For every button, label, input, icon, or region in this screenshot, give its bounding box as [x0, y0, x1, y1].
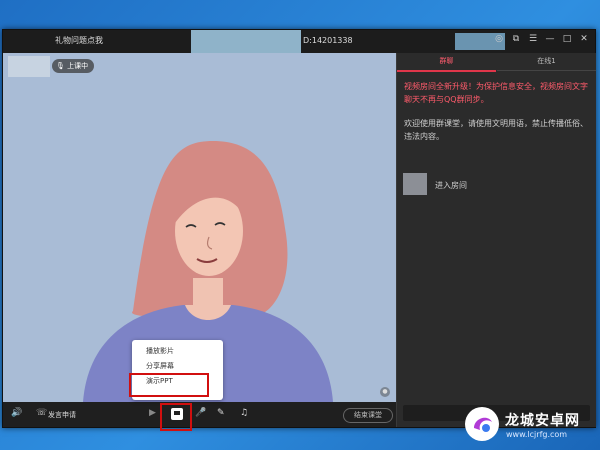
menu-item-play-video[interactable]: 播放影片 [132, 344, 223, 359]
music-icon[interactable]: ♫ [240, 408, 248, 418]
system-notice: 视频房间全新升级！为保护信息安全，视频房间文字聊天不再与QQ群同步。 [404, 82, 588, 104]
tab-online[interactable]: 在线1 [497, 53, 596, 71]
menu-item-share-screen[interactable]: 分享屏幕 [132, 359, 223, 374]
blurred-region [191, 30, 301, 53]
title-bar: 礼物问题点我 D:14201338 ◎ ⧉ ☰ — □ ✕ [3, 30, 595, 53]
watermark-url: www.lcjrfg.com [506, 430, 568, 439]
highlight-box-share-button [160, 403, 192, 431]
maximize-icon[interactable]: □ [562, 34, 572, 44]
end-class-button[interactable]: 结束课堂 [343, 408, 393, 423]
user-avatar [403, 173, 427, 195]
edit-icon[interactable]: ✎ [217, 408, 225, 418]
window-title: 礼物问题点我 [55, 36, 103, 45]
welcome-message: 欢迎使用群课堂，请使用文明用语，禁止传播低俗、违法内容。 [404, 119, 588, 141]
bottom-toolbar: 🔊 ☏ 发言申请 ▶ 🎤 ✎ ♫ 结束课堂 [3, 402, 396, 427]
close-icon[interactable]: ✕ [579, 34, 589, 44]
microphone-icon[interactable]: 🎤 [195, 408, 206, 418]
mic-status-icon: ● [380, 387, 390, 397]
app-window: 礼物问题点我 D:14201338 ◎ ⧉ ☰ — □ ✕ 🎙 上课中 ● 播放… [2, 29, 596, 428]
tab-group-chat[interactable]: 群聊 [397, 53, 496, 72]
window-controls: ◎ ⧉ ☰ — □ ✕ [494, 34, 589, 44]
enter-room-text: 进入房间 [435, 181, 467, 190]
camera-icon[interactable]: ▶ [149, 408, 156, 418]
watermark-logo-icon [465, 407, 499, 441]
speaker-icon[interactable]: 🔊 [11, 408, 22, 418]
watermark-title: 龙城安卓网 [505, 413, 580, 429]
apply-speak-button[interactable]: 发言申请 [48, 410, 76, 420]
chat-tabs: 群聊 在线1 [397, 53, 596, 72]
room-id: D:14201338 [303, 36, 353, 45]
minimize-icon[interactable]: — [545, 34, 555, 44]
watermark: 龙城安卓网 www.lcjrfg.com [462, 404, 600, 450]
menu-icon[interactable]: ☰ [528, 34, 538, 44]
external-icon[interactable]: ⧉ [511, 34, 521, 44]
chat-panel: 群聊 在线1 视频房间全新升级！为保护信息安全，视频房间文字聊天不再与QQ群同步… [396, 53, 596, 427]
settings-icon[interactable]: ◎ [494, 34, 504, 44]
phone-icon: ☏ [36, 408, 48, 418]
highlight-box-ppt [129, 373, 209, 397]
